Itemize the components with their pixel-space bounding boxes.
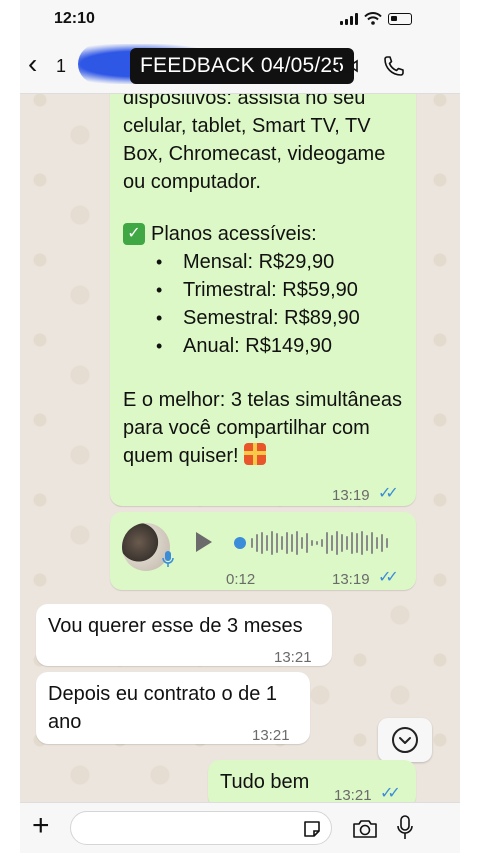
- chat-screen: 12:10 ‹ 1 FEEDBACK 04/05/25 dispositivos: [20, 0, 460, 853]
- plan-item: Mensal: R$29,90: [123, 248, 360, 276]
- status-icons: [340, 12, 412, 25]
- message-time: 13:19: [332, 487, 370, 504]
- plus-icon[interactable]: +: [32, 811, 50, 841]
- offer-closing: E o melhor: 3 telas simultâneas para voc…: [123, 386, 403, 470]
- plan-item: Trimestral: R$59,90: [123, 276, 360, 304]
- gift-icon: [244, 443, 267, 465]
- plans-list: ✓ Planos acessíveis: Mensal: R$29,90 Tri…: [123, 220, 360, 360]
- message-time: 13:21: [274, 649, 312, 666]
- incoming-message-bubble[interactable]: Vou querer esse de 3 meses 13:21: [36, 604, 332, 666]
- battery-icon: [388, 12, 412, 25]
- camera-icon[interactable]: [352, 819, 378, 839]
- plan-item: Anual: R$149,90: [123, 332, 360, 360]
- chat-header: ‹ 1 FEEDBACK 04/05/25: [20, 38, 460, 94]
- incoming-message-bubble[interactable]: Depois eu contrato o de 1 ano 13:21: [36, 672, 310, 744]
- plan-item: Semestral: R$89,90: [123, 304, 360, 332]
- sticker-icon[interactable]: [302, 819, 322, 839]
- play-icon[interactable]: [196, 532, 212, 552]
- message-time: 13:19: [332, 571, 370, 588]
- outgoing-message-bubble[interactable]: Tudo bem 13:21 ✓✓: [208, 760, 416, 808]
- unread-count[interactable]: 1: [56, 56, 66, 77]
- audio-duration: 0:12: [226, 571, 256, 588]
- plans-title-row: ✓ Planos acessíveis:: [123, 220, 360, 248]
- scroll-down-button[interactable]: [378, 718, 432, 762]
- status-bar: 12:10: [20, 0, 460, 38]
- message-time: 13:21: [252, 727, 290, 744]
- message-input[interactable]: [70, 811, 332, 845]
- offer-text-devices: dispositivos: assista no seu celular, ta…: [123, 87, 386, 193]
- wifi-icon: [364, 12, 382, 25]
- status-time: 12:10: [54, 10, 95, 27]
- audio-waveform[interactable]: [234, 529, 388, 557]
- audio-progress-dot[interactable]: [234, 537, 246, 549]
- cellular-signal-icon: [340, 12, 358, 25]
- feedback-overlay-tag: FEEDBACK 04/05/25: [130, 48, 355, 84]
- back-chevron-icon[interactable]: ‹: [28, 50, 37, 78]
- read-ticks-icon: ✓✓: [378, 569, 399, 586]
- message-input-bar: +: [20, 802, 460, 853]
- video-call-icon[interactable]: [338, 58, 358, 74]
- phone-icon[interactable]: [382, 54, 406, 78]
- audio-message-bubble[interactable]: 0:12 13:19 ✓✓: [110, 512, 416, 590]
- scroll-down-icon[interactable]: [392, 727, 418, 753]
- message-text: Vou querer esse de 3 meses: [48, 615, 303, 637]
- mic-icon[interactable]: [396, 815, 414, 841]
- check-mark-icon: ✓: [123, 223, 145, 245]
- read-ticks-icon: ✓✓: [378, 485, 399, 502]
- offer-message-bubble[interactable]: dispositivos: assista no seu celular, ta…: [110, 60, 416, 506]
- plans-title: Planos acessíveis:: [151, 223, 317, 245]
- mic-icon: [162, 551, 174, 567]
